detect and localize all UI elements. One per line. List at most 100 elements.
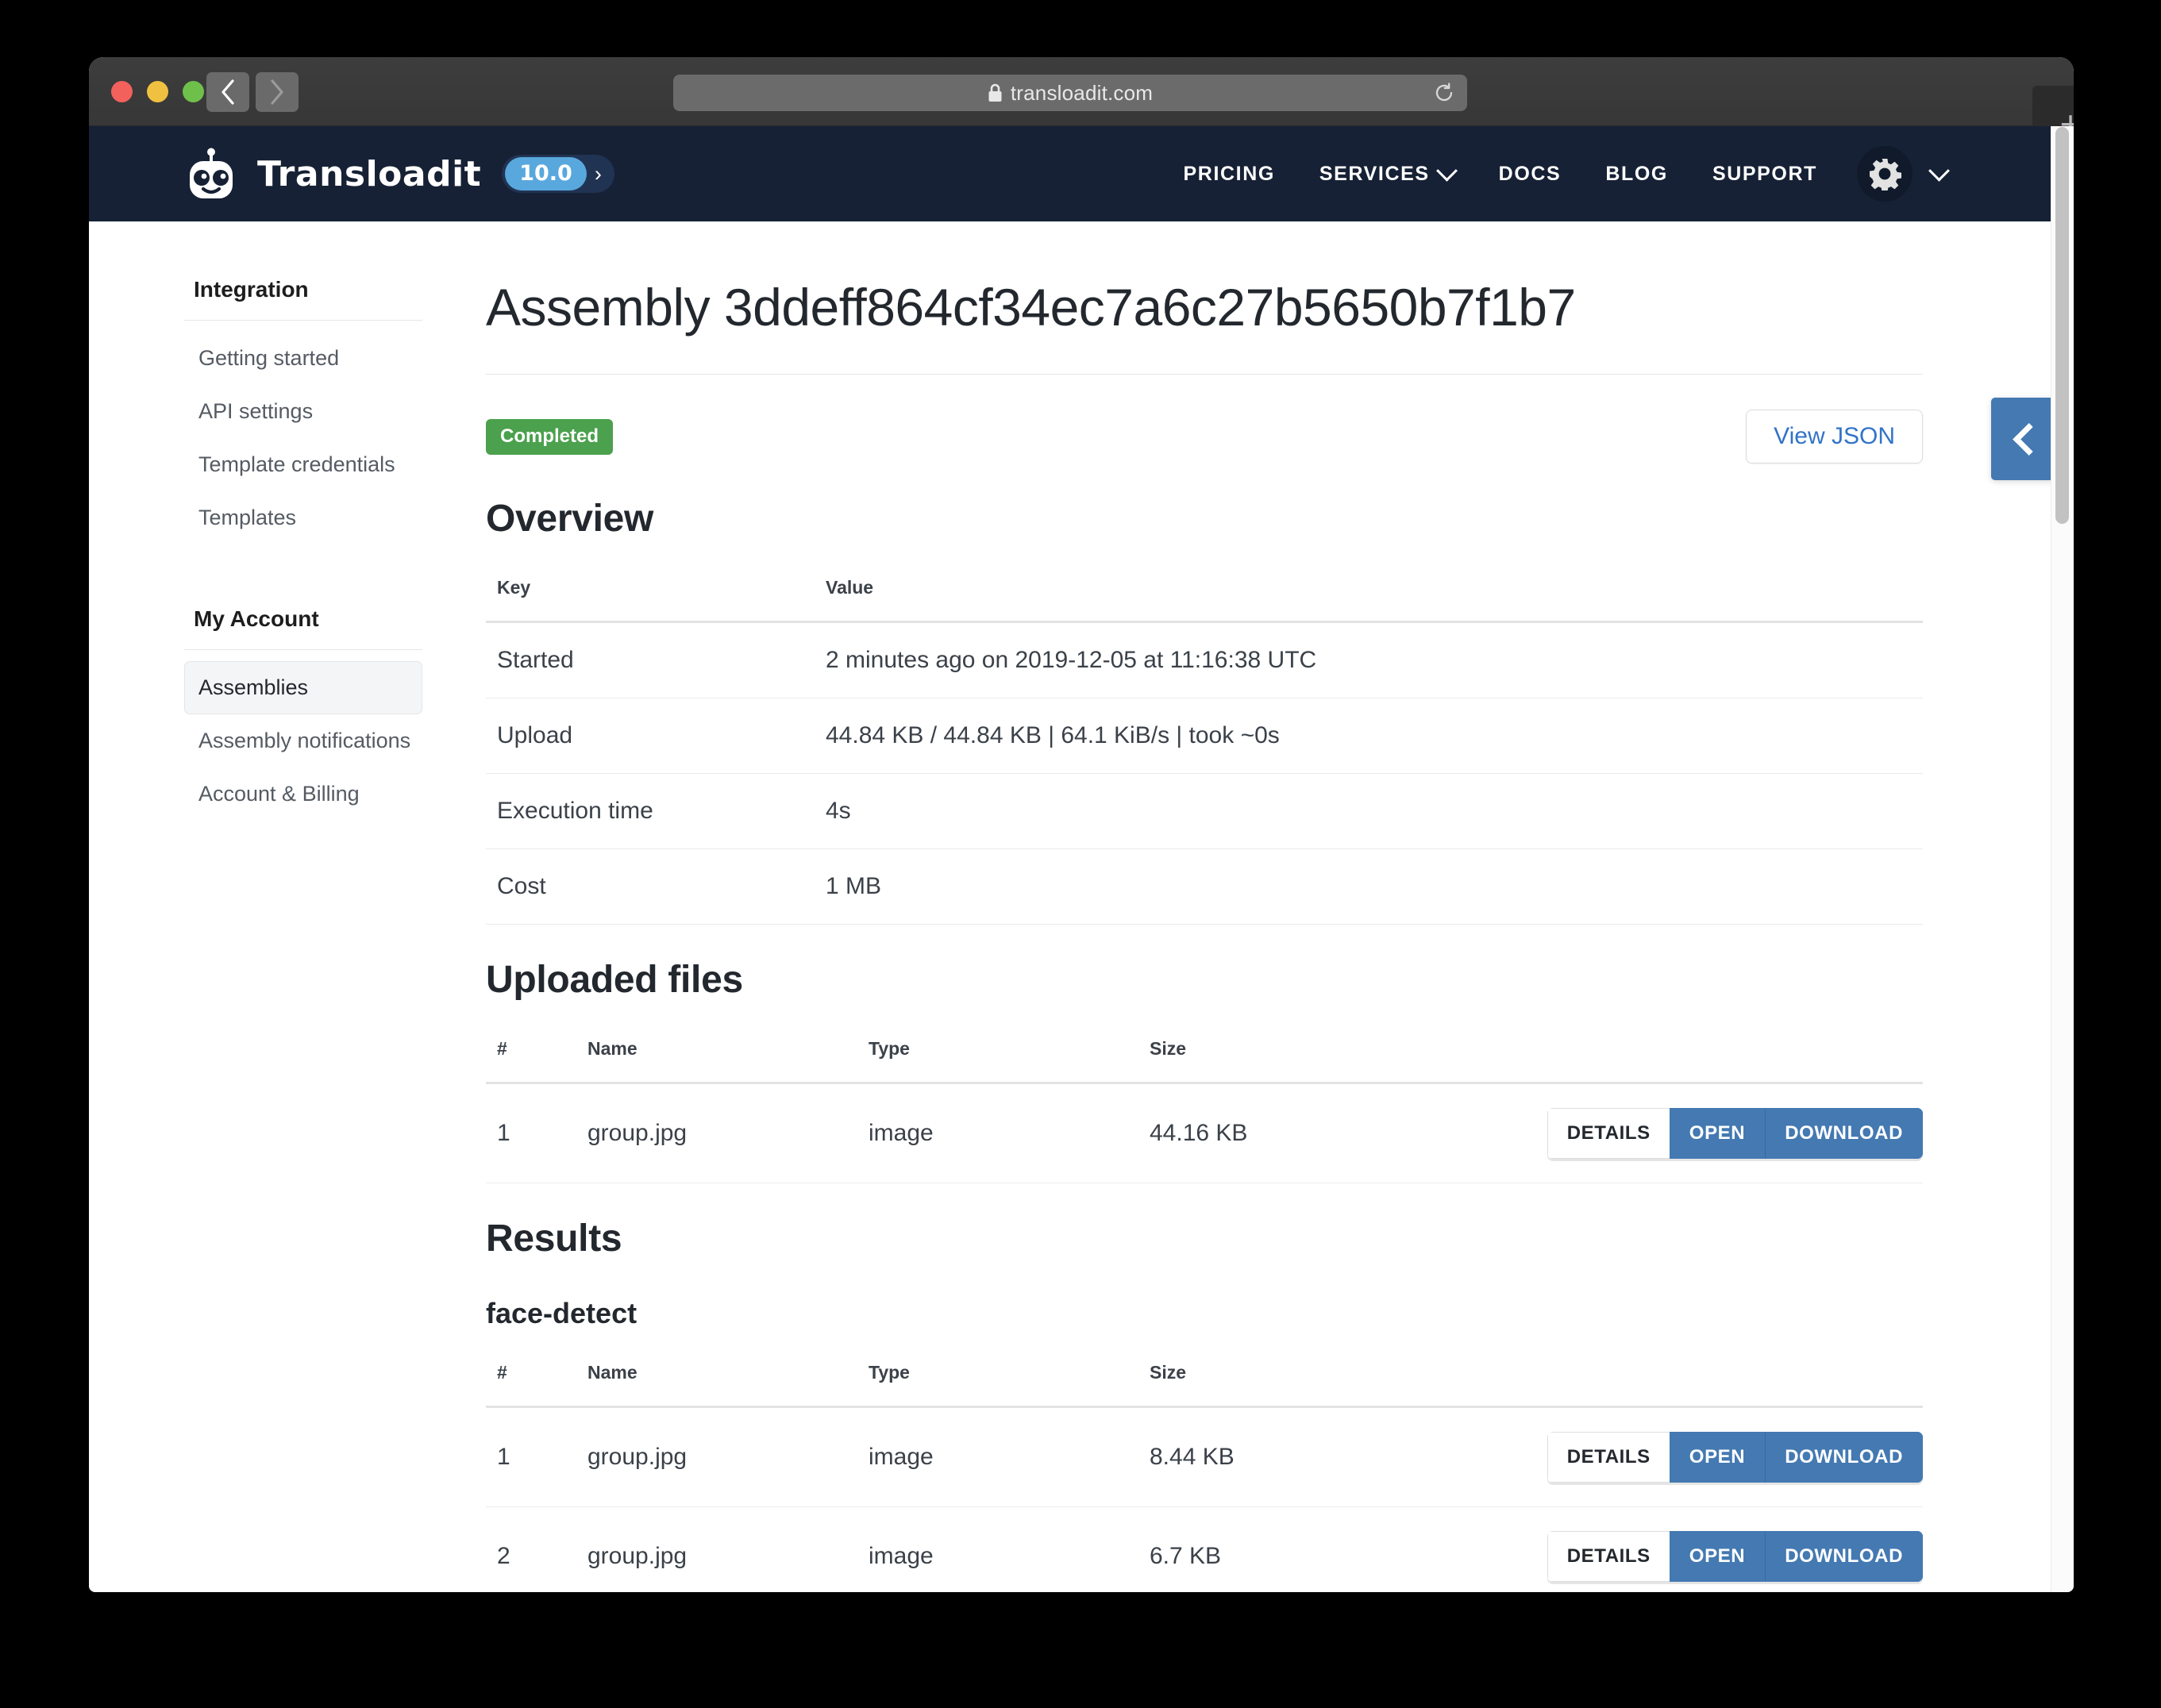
- sidebar-item-templates[interactable]: Templates: [184, 491, 422, 544]
- version-badge: 10.0: [505, 157, 587, 190]
- sidebar-item-getting-started[interactable]: Getting started: [184, 332, 422, 385]
- result-name: group.jpg: [576, 1506, 857, 1592]
- robot-logo-icon: [190, 148, 233, 198]
- file-name: group.jpg: [576, 1083, 857, 1183]
- reload-icon[interactable]: [1434, 83, 1454, 103]
- table-header-row: Key Value: [486, 577, 1923, 623]
- overview-heading: Overview: [486, 498, 654, 540]
- result-number: 1: [486, 1406, 576, 1507]
- result-action-group: DETAILS OPEN DOWNLOAD: [1547, 1531, 1923, 1582]
- column-header-name: Name: [576, 1038, 857, 1084]
- sidebar-group-title-integration: Integration: [184, 277, 422, 321]
- details-button[interactable]: DETAILS: [1547, 1432, 1670, 1483]
- results-table-face-detect: # Name Type Size 1 group.jpg image 8.44: [486, 1362, 1923, 1592]
- details-button[interactable]: DETAILS: [1547, 1531, 1670, 1582]
- sidebar-item-assembly-notifications[interactable]: Assembly notifications: [184, 714, 422, 767]
- maximize-window-button[interactable]: [183, 81, 204, 102]
- browser-nav-buttons: [206, 72, 299, 112]
- column-header-size: Size: [1138, 1038, 1451, 1084]
- nav-label: PRICING: [1183, 162, 1275, 185]
- column-header-number: #: [486, 1038, 576, 1084]
- lock-icon: [988, 83, 1002, 102]
- result-size: 6.7 KB: [1138, 1506, 1451, 1592]
- overview-value: 2 minutes ago on 2019-12-05 at 11:16:38 …: [815, 621, 1923, 698]
- status-badge: Completed: [486, 418, 614, 455]
- nav-label: SERVICES: [1319, 162, 1430, 185]
- back-button[interactable]: [206, 72, 249, 112]
- open-button[interactable]: OPEN: [1669, 1531, 1766, 1582]
- column-header-type: Type: [857, 1038, 1138, 1084]
- page-viewport: Transloadit 10.0 › PRICING SERVICES DOCS: [89, 126, 2074, 1592]
- nav-label: SUPPORT: [1712, 162, 1817, 185]
- scrollbar-thumb[interactable]: [2055, 127, 2069, 524]
- open-button[interactable]: OPEN: [1669, 1432, 1766, 1483]
- nav-item-docs[interactable]: DOCS: [1477, 163, 1584, 186]
- forward-button[interactable]: [256, 72, 299, 112]
- collapse-panel-tab[interactable]: [1991, 398, 2059, 480]
- chevron-right-icon: ›: [594, 161, 602, 186]
- uploaded-files-heading: Uploaded files: [486, 959, 743, 1001]
- results-heading: Results: [486, 1218, 622, 1260]
- main-column: Assembly 3ddeff864cf34ec7a6c27b5650b7f1b…: [422, 277, 2074, 1592]
- file-action-group: DETAILS OPEN DOWNLOAD: [1547, 1108, 1923, 1159]
- uploaded-files-table: # Name Type Size 1 group.jpg image 44.16…: [486, 1038, 1923, 1183]
- site-header: Transloadit 10.0 › PRICING SERVICES DOCS: [89, 126, 2074, 221]
- download-button[interactable]: DOWNLOAD: [1765, 1531, 1923, 1582]
- sidebar-item-assemblies[interactable]: Assemblies: [184, 661, 422, 714]
- sidebar-item-api-settings[interactable]: API settings: [184, 385, 422, 438]
- table-row: Upload 44.84 KB / 44.84 KB | 64.1 KiB/s …: [486, 698, 1923, 774]
- view-json-button[interactable]: View JSON: [1746, 410, 1923, 464]
- download-button[interactable]: DOWNLOAD: [1765, 1108, 1923, 1159]
- chevron-right-icon: [271, 79, 283, 105]
- file-number: 1: [486, 1083, 576, 1183]
- sidebar-item-account-billing[interactable]: Account & Billing: [184, 767, 422, 821]
- minimize-window-button[interactable]: [147, 81, 168, 102]
- overview-key: Cost: [486, 848, 815, 925]
- table-row: Execution time 4s: [486, 773, 1923, 849]
- column-header-name: Name: [576, 1362, 857, 1408]
- table-row: 1 group.jpg image 8.44 KB DETAILS OPEN D…: [486, 1406, 1923, 1507]
- column-header-key: Key: [486, 577, 815, 623]
- overview-key: Started: [486, 621, 815, 698]
- account-menu[interactable]: [1857, 146, 1950, 202]
- overview-key: Execution time: [486, 773, 815, 849]
- chevron-left-icon: [2012, 422, 2045, 456]
- brand-logo[interactable]: Transloadit 10.0 ›: [183, 148, 614, 200]
- table-header-row: # Name Type Size: [486, 1038, 1923, 1084]
- close-window-button[interactable]: [111, 81, 133, 102]
- result-number: 2: [486, 1506, 576, 1592]
- nav-item-blog[interactable]: BLOG: [1583, 163, 1690, 186]
- overview-table: Key Value Started 2 minutes ago on 2019-…: [486, 577, 1923, 925]
- column-header-value: Value: [815, 577, 1923, 623]
- download-button[interactable]: DOWNLOAD: [1765, 1432, 1923, 1483]
- result-name: group.jpg: [576, 1406, 857, 1507]
- column-header-actions: [1451, 1038, 1923, 1084]
- page-scrollbar[interactable]: [2051, 126, 2074, 1592]
- address-bar[interactable]: transloadit.com: [673, 75, 1467, 111]
- nav-item-support[interactable]: SUPPORT: [1690, 163, 1839, 186]
- sidebar: Integration Getting started API settings…: [89, 277, 422, 1592]
- brand-name: Transloadit: [257, 153, 482, 194]
- details-button[interactable]: DETAILS: [1547, 1108, 1670, 1159]
- window-controls: [111, 81, 204, 102]
- table-header-row: # Name Type Size: [486, 1362, 1923, 1408]
- column-header-size: Size: [1138, 1362, 1451, 1408]
- nav-item-services[interactable]: SERVICES: [1297, 160, 1477, 186]
- sidebar-group-title-my-account: My Account: [184, 606, 422, 650]
- open-button[interactable]: OPEN: [1669, 1108, 1766, 1159]
- result-size: 8.44 KB: [1138, 1406, 1451, 1507]
- gear-icon[interactable]: [1857, 146, 1913, 202]
- file-type: image: [857, 1083, 1138, 1183]
- version-pill[interactable]: 10.0 ›: [502, 155, 614, 193]
- page-content: Integration Getting started API settings…: [89, 221, 2074, 1592]
- overview-key: Upload: [486, 698, 815, 774]
- sidebar-item-template-credentials[interactable]: Template credentials: [184, 438, 422, 491]
- file-actions: DETAILS OPEN DOWNLOAD: [1451, 1083, 1923, 1183]
- file-size: 44.16 KB: [1138, 1083, 1451, 1183]
- column-header-type: Type: [857, 1362, 1138, 1408]
- nav-item-pricing[interactable]: PRICING: [1161, 163, 1297, 186]
- chevron-down-icon: [1928, 160, 1950, 182]
- result-actions: DETAILS OPEN DOWNLOAD: [1451, 1406, 1923, 1507]
- result-type: image: [857, 1406, 1138, 1507]
- nav-label: BLOG: [1605, 162, 1668, 185]
